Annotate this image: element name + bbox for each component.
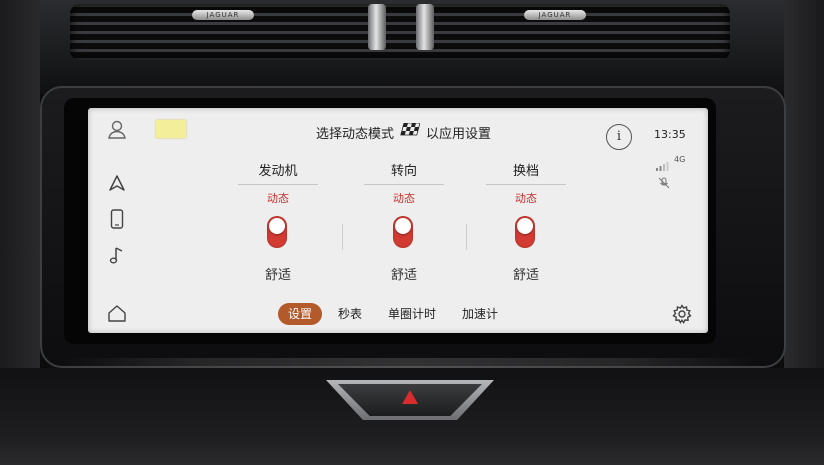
status-area: 4G: [656, 154, 696, 190]
vent-knob-right: [416, 4, 434, 50]
clock: 13:35: [654, 128, 686, 141]
trim-reflection: [60, 358, 760, 368]
toggle-knob: [395, 218, 411, 234]
comfort-label: 舒适: [512, 268, 539, 283]
vent-badge-right: JAGUAR: [524, 10, 586, 20]
engine-mode-toggle[interactable]: [267, 216, 287, 248]
column-divider: [342, 224, 343, 250]
steering-mode-toggle[interactable]: [393, 216, 413, 248]
infotainment-screen: 选择动态模式 以应用设置 i 13:35 4G 发动机 动态 舒适 转向 动态 …: [88, 108, 708, 333]
muted-microphone-icon: [658, 174, 670, 193]
steering-mode-column: 转向 动态 舒适: [352, 160, 456, 290]
column-title: 发动机: [258, 164, 298, 179]
vent-badge-left: JAGUAR: [192, 10, 254, 20]
comfort-label: 舒适: [264, 268, 291, 283]
toggle-knob: [517, 218, 533, 234]
checkered-flag-icon: [400, 122, 421, 141]
network-type: 4G: [674, 155, 686, 164]
bottom-tab-bar: 设置 秒表 单圈计时 加速计: [278, 303, 514, 325]
music-note-icon[interactable]: [106, 244, 128, 266]
sidebar: [88, 108, 148, 333]
dynamic-label: 动态: [515, 192, 537, 205]
user-profile-icon[interactable]: [106, 118, 128, 140]
title-text-before: 选择动态模式: [316, 126, 395, 142]
sticky-note: [156, 120, 186, 138]
dynamic-label: 动态: [393, 192, 415, 205]
hazard-triangle-icon: [402, 390, 418, 404]
vent-knob-left: [368, 4, 386, 50]
comfort-label: 舒适: [390, 268, 417, 283]
tab-settings[interactable]: 设置: [278, 303, 323, 325]
title-text-after: 以应用设置: [426, 126, 492, 142]
column-title: 换档: [512, 164, 539, 179]
column-title: 转向: [390, 164, 417, 179]
gearshift-mode-column: 换档 动态 舒适: [474, 160, 578, 290]
tab-accelerometer[interactable]: 加速计: [452, 303, 508, 325]
info-button[interactable]: i: [606, 124, 632, 150]
tab-stopwatch[interactable]: 秒表: [328, 303, 372, 325]
home-icon[interactable]: [106, 302, 128, 324]
gearshift-mode-toggle[interactable]: [515, 216, 535, 248]
phone-icon[interactable]: [106, 208, 128, 230]
navigation-arrow-icon[interactable]: [106, 172, 128, 194]
column-divider: [466, 224, 467, 250]
engine-mode-column: 发动机 动态 舒适: [226, 160, 330, 290]
air-vent: JAGUAR JAGUAR: [70, 4, 730, 60]
column-underline: [364, 184, 444, 185]
toggle-knob: [269, 218, 285, 234]
dashboard-top: JAGUAR JAGUAR: [0, 0, 824, 95]
signal-bars-icon: [656, 156, 670, 175]
column-underline: [486, 184, 566, 185]
page-title: 选择动态模式 以应用设置: [316, 122, 491, 142]
column-underline: [238, 184, 318, 185]
dynamic-label: 动态: [267, 192, 289, 205]
gear-icon[interactable]: [672, 304, 692, 324]
tab-lap-timer[interactable]: 单圈计时: [378, 303, 446, 325]
